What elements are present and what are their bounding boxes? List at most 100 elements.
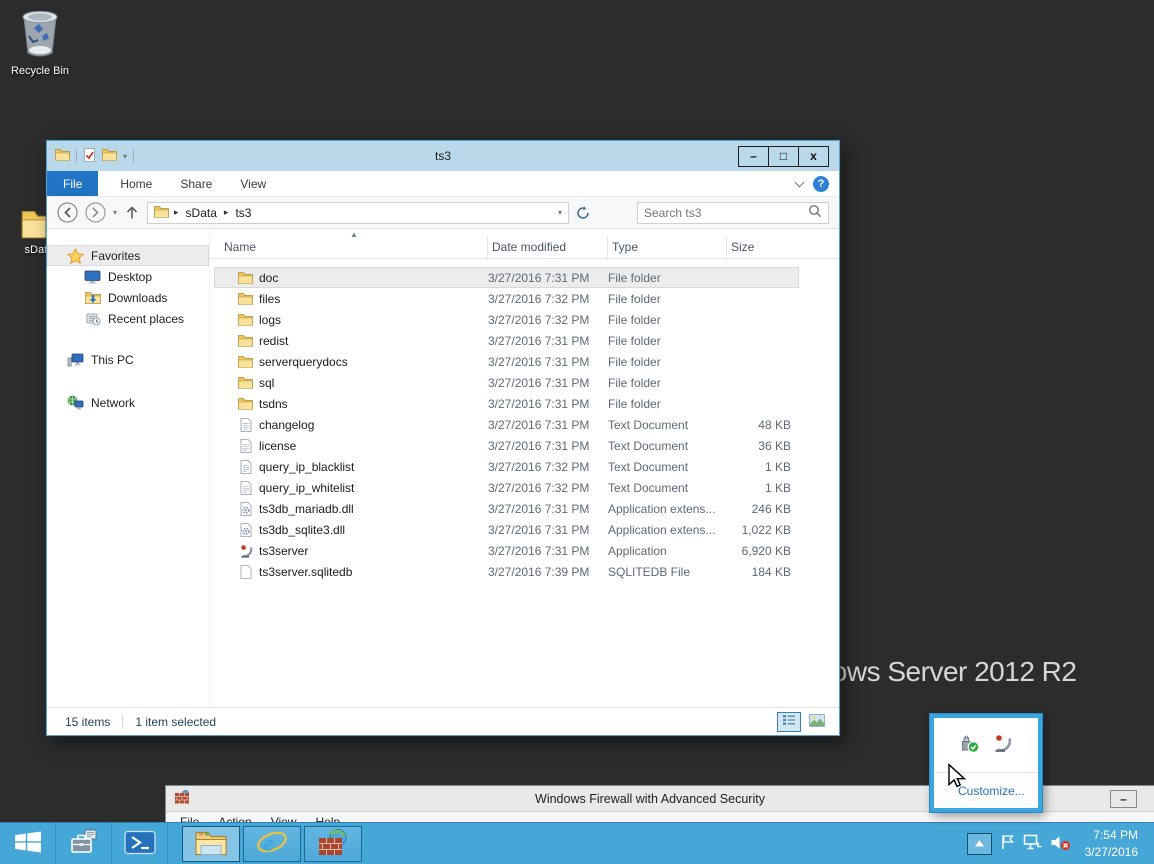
- firewall-minimize-button[interactable]: –: [1110, 790, 1137, 808]
- search-input[interactable]: [644, 206, 808, 220]
- tray-network-button[interactable]: [1023, 834, 1042, 853]
- file-row-tsdns[interactable]: tsdns3/27/2016 7:31 PMFile folder: [214, 393, 799, 414]
- expand-ribbon-icon[interactable]: [795, 177, 805, 187]
- taskbar-windows-firewall-button[interactable]: [304, 826, 362, 862]
- file-row-license[interactable]: license3/27/2016 7:31 PMText Document36 …: [214, 435, 799, 456]
- text-doc-icon: [238, 418, 253, 432]
- file-date: 3/27/2016 7:39 PM: [488, 565, 608, 579]
- file-date: 3/27/2016 7:31 PM: [488, 271, 608, 285]
- tab-file[interactable]: File: [47, 171, 98, 196]
- column-header-name[interactable]: Name: [224, 236, 488, 258]
- file-row-logs[interactable]: logs3/27/2016 7:32 PMFile folder: [214, 309, 799, 330]
- minimize-button[interactable]: –: [738, 146, 769, 167]
- file-date: 3/27/2016 7:31 PM: [488, 544, 608, 558]
- db-file-icon: [238, 565, 253, 579]
- file-name: query_ip_blacklist: [259, 460, 354, 474]
- item-count: 15 items: [65, 715, 110, 729]
- file-row-serverquerydocs[interactable]: serverquerydocs3/27/2016 7:31 PMFile fol…: [214, 351, 799, 372]
- search-box[interactable]: [637, 202, 829, 224]
- file-size: 1,022 KB: [727, 523, 791, 537]
- taskbar-powershell-button[interactable]: [112, 823, 168, 864]
- file-type: File folder: [608, 334, 727, 348]
- file-row-ts3server.sqlitedb[interactable]: ts3server.sqlitedb3/27/2016 7:39 PMSQLIT…: [214, 561, 799, 582]
- file-type: File folder: [608, 292, 727, 306]
- file-name: changelog: [259, 418, 314, 432]
- file-date: 3/27/2016 7:31 PM: [488, 439, 608, 453]
- file-row-query_ip_blacklist[interactable]: query_ip_blacklist3/27/2016 7:32 PMText …: [214, 456, 799, 477]
- file-row-ts3server[interactable]: ts3server3/27/2016 7:31 PMApplication6,9…: [214, 540, 799, 561]
- help-icon[interactable]: ?: [813, 176, 829, 192]
- new-folder-icon[interactable]: [102, 148, 117, 164]
- breadcrumb-ts3[interactable]: ts3: [233, 206, 253, 220]
- ribbon-tab-bar: File Home Share View ?: [47, 171, 839, 197]
- file-name: ts3db_sqlite3.dll: [259, 523, 345, 537]
- column-header-date-modified[interactable]: Date modified: [488, 236, 608, 258]
- sidebar-item-favorites[interactable]: Favorites: [47, 245, 209, 266]
- recycle-bin-desktop-icon[interactable]: Recycle Bin: [8, 6, 72, 77]
- sidebar-item-recent-places[interactable]: Recent places: [47, 308, 209, 329]
- taskbar-server-manager-button[interactable]: [56, 823, 112, 864]
- tray-action-center-button[interactable]: [1000, 834, 1015, 853]
- app-ts3-icon: [238, 544, 253, 558]
- taskbar-clock[interactable]: 7:54 PM 3/27/2016: [1085, 827, 1138, 859]
- network-tray-icon: [1023, 834, 1042, 853]
- tray-show-hidden-icons-button[interactable]: [967, 833, 992, 855]
- address-dropdown-icon[interactable]: ▾: [558, 208, 562, 217]
- tab-view[interactable]: View: [226, 171, 280, 196]
- file-name: redist: [259, 334, 288, 348]
- up-icon[interactable]: [124, 204, 140, 221]
- dll-icon: [238, 523, 253, 537]
- thumbnails-view-button[interactable]: [805, 712, 829, 732]
- maximize-button[interactable]: □: [768, 146, 799, 167]
- file-row-doc[interactable]: doc 3/27/2016 7:31 PMFile folder: [214, 267, 799, 288]
- system-tray: 7:54 PM 3/27/2016: [967, 827, 1154, 859]
- breadcrumb-sdata[interactable]: sData: [184, 206, 219, 220]
- taskbar-file-explorer-button[interactable]: [182, 826, 240, 862]
- server-manager-icon: [69, 829, 99, 858]
- file-type: File folder: [608, 271, 727, 285]
- address-folder-icon: [154, 205, 169, 221]
- file-name: logs: [259, 313, 281, 327]
- tray-volume-muted-button[interactable]: [1050, 834, 1071, 854]
- column-header-type[interactable]: Type: [608, 236, 727, 258]
- explorer-titlebar[interactable]: ▾ ts3 – □ x: [47, 141, 839, 171]
- sidebar-item-network[interactable]: Network: [47, 392, 209, 413]
- forward-icon[interactable]: [85, 202, 106, 223]
- file-name: doc: [259, 271, 278, 285]
- file-date: 3/27/2016 7:31 PM: [488, 523, 608, 537]
- refresh-icon[interactable]: [576, 206, 590, 220]
- sidebar-item-downloads[interactable]: Downloads: [47, 287, 209, 308]
- file-row-query_ip_whitelist[interactable]: query_ip_whitelist3/27/2016 7:32 PMText …: [214, 477, 799, 498]
- clock-date: 3/27/2016: [1085, 844, 1138, 860]
- taskbar-internet-explorer-button[interactable]: e: [243, 826, 301, 862]
- folder-icon: [238, 313, 253, 326]
- tab-home[interactable]: Home: [106, 171, 166, 196]
- close-button[interactable]: x: [798, 146, 829, 167]
- tab-share[interactable]: Share: [166, 171, 226, 196]
- customize-qat-icon[interactable]: ▾: [123, 152, 127, 161]
- file-row-redist[interactable]: redist3/27/2016 7:31 PMFile folder: [214, 330, 799, 351]
- taskbar-start-button[interactable]: [0, 823, 56, 864]
- sidebar-item-this-pc[interactable]: This PC: [47, 349, 209, 370]
- file-name: ts3db_mariadb.dll: [259, 502, 354, 516]
- file-row-ts3db_mariadb.dll[interactable]: ts3db_mariadb.dll3/27/2016 7:31 PMApplic…: [214, 498, 799, 519]
- column-header-size[interactable]: Size: [727, 236, 791, 258]
- file-row-sql[interactable]: sql3/27/2016 7:31 PMFile folder: [214, 372, 799, 393]
- file-name: sql: [259, 376, 274, 390]
- thumbnails-view-icon: [809, 714, 825, 730]
- properties-icon[interactable]: [83, 148, 96, 165]
- downloads-icon: [84, 291, 101, 305]
- address-bar[interactable]: ▸ sData ▸ ts3 ▾: [147, 202, 569, 224]
- file-row-ts3db_sqlite3.dll[interactable]: ts3db_sqlite3.dll3/27/2016 7:31 PMApplic…: [214, 519, 799, 540]
- back-icon[interactable]: [57, 202, 78, 223]
- popup-ts3-server-icon[interactable]: [992, 733, 1014, 757]
- sidebar-item-desktop[interactable]: Desktop: [47, 266, 209, 287]
- popup-safely-remove-hardware-icon[interactable]: [958, 733, 980, 757]
- file-row-changelog[interactable]: changelog3/27/2016 7:31 PMText Document4…: [214, 414, 799, 435]
- taskbar-buttons: e: [0, 823, 363, 864]
- network-icon: [67, 395, 84, 410]
- details-view-button[interactable]: [777, 712, 801, 732]
- explorer-window: ▾ ts3 – □ x File Home Share View ? ▾ ▸ s…: [46, 140, 840, 736]
- recent-locations-icon[interactable]: ▾: [113, 208, 117, 217]
- file-row-files[interactable]: files3/27/2016 7:32 PMFile folder: [214, 288, 799, 309]
